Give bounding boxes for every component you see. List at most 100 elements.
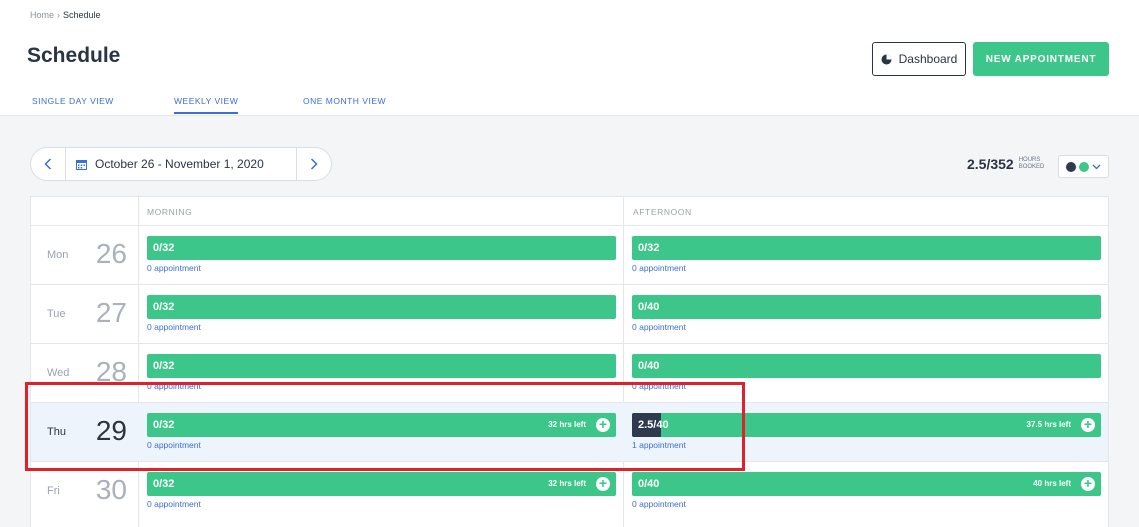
- date-range-label: October 26 - November 1, 2020: [95, 157, 264, 171]
- breadcrumb-current: Schedule: [63, 10, 101, 20]
- day-number: 30: [95, 474, 127, 505]
- morning-slot: 0/32 0 appointment: [139, 285, 623, 343]
- day-number: 28: [95, 356, 127, 387]
- capacity-ratio: 0/32: [153, 478, 175, 490]
- day-name: Mon: [47, 249, 69, 261]
- tab-weekly-view[interactable]: WEEKLY VIEW: [174, 96, 239, 114]
- calendar-icon: [76, 159, 87, 170]
- appointment-count-link[interactable]: 0 appointment: [147, 263, 201, 273]
- day-name: Thu: [47, 426, 66, 438]
- new-appointment-button[interactable]: NEW APPOINTMENT: [973, 42, 1109, 76]
- afternoon-slot: 0/40 0 appointment: [624, 285, 1108, 343]
- day-row-mon: Mon 26 0/32 0 appointment 0/32 0 appointment: [31, 225, 1108, 284]
- day-row-thu: Thu 29 0/32 32 hrs left +0 appointment 2.5/40…: [31, 402, 1108, 461]
- afternoon-slot: 0/32 0 appointment: [624, 226, 1108, 284]
- morning-slot: 0/32 0 appointment: [139, 226, 623, 284]
- appointment-count-link[interactable]: 0 appointment: [147, 322, 201, 332]
- pie-chart-icon: [881, 54, 892, 64]
- available-dot-icon: [1079, 161, 1089, 172]
- morning-capacity-bar[interactable]: 0/32 32 hrs left +: [147, 472, 616, 496]
- capacity-ratio: 0/40: [638, 478, 660, 490]
- day-number: 26: [95, 238, 127, 269]
- day-number: 29: [95, 415, 127, 446]
- appointment-count-link[interactable]: 0 appointment: [147, 499, 201, 509]
- next-week-button[interactable]: [297, 148, 331, 180]
- hours-booked-summary: 2.5/352 HOURS BOOKED: [967, 156, 1044, 172]
- page-header: Home › Schedule Schedule Dashboard NEW A…: [0, 0, 1139, 116]
- morning-capacity-bar[interactable]: 0/32: [147, 236, 616, 260]
- afternoon-capacity-bar[interactable]: 0/32: [632, 236, 1101, 260]
- day-row-tue: Tue 27 0/32 0 appointment 0/40 0 appointment: [31, 284, 1108, 343]
- morning-capacity-bar[interactable]: 0/32: [147, 295, 616, 319]
- hours-left: 32 hrs left: [548, 479, 586, 488]
- afternoon-capacity-bar[interactable]: 2.5/40 37.5 hrs left +: [632, 413, 1101, 437]
- chevron-down-icon: [1092, 164, 1101, 169]
- afternoon-capacity-bar[interactable]: 0/40: [632, 354, 1101, 378]
- afternoon-column-header: AFTERNOON: [633, 207, 692, 217]
- breadcrumb-separator: ›: [57, 10, 61, 20]
- capacity-ratio: 0/32: [153, 419, 175, 431]
- appointment-count-link[interactable]: 0 appointment: [632, 263, 686, 273]
- hours-left: 37.5 hrs left: [1026, 420, 1071, 429]
- day-row-wed: Wed 28 0/32 0 appointment 0/40 0 appointment: [31, 343, 1108, 402]
- booked-dot-icon: [1066, 161, 1076, 172]
- capacity-ratio: 0/32: [153, 242, 175, 254]
- add-appointment-plus-icon[interactable]: +: [596, 417, 610, 432]
- morning-slot: 0/32 0 appointment: [139, 344, 623, 402]
- appointment-count-link[interactable]: 0 appointment: [632, 381, 686, 391]
- day-cell: Thu 29: [31, 403, 138, 461]
- capacity-ratio: 0/32: [638, 242, 660, 254]
- day-cell: Mon 26: [31, 226, 138, 284]
- add-appointment-plus-icon[interactable]: +: [596, 476, 610, 491]
- hours-booked-value: 2.5/352: [967, 156, 1014, 172]
- hours-booked-label: HOURS BOOKED: [1018, 157, 1045, 170]
- morning-capacity-bar[interactable]: 0/32: [147, 354, 616, 378]
- chevron-left-icon: [44, 158, 52, 170]
- morning-column-header: MORNING: [147, 207, 193, 217]
- dashboard-button[interactable]: Dashboard: [872, 42, 966, 76]
- afternoon-slot: 0/40 0 appointment: [624, 344, 1108, 402]
- day-number: 27: [95, 297, 127, 328]
- morning-capacity-bar[interactable]: 0/32 32 hrs left +: [147, 413, 616, 437]
- hours-left: 40 hrs left: [1033, 479, 1071, 488]
- weekly-schedule-grid: MORNING AFTERNOON Mon 26 0/32 0 appointment…: [30, 196, 1109, 527]
- afternoon-slot: 0/40 40 hrs left +0 appointment: [624, 462, 1108, 520]
- date-navigator: October 26 - November 1, 2020: [30, 147, 332, 181]
- capacity-ratio: 0/40: [638, 360, 660, 372]
- morning-slot: 0/32 32 hrs left +0 appointment: [139, 462, 623, 520]
- capacity-ratio: 2.5/40: [638, 419, 669, 431]
- afternoon-capacity-bar[interactable]: 0/40 40 hrs left +: [632, 472, 1101, 496]
- page-title: Schedule: [27, 44, 121, 67]
- hours-left: 32 hrs left: [548, 420, 586, 429]
- day-name: Wed: [47, 367, 70, 379]
- dashboard-button-label: Dashboard: [898, 52, 958, 66]
- day-name: Tue: [47, 308, 66, 320]
- breadcrumb-home[interactable]: Home: [30, 10, 54, 20]
- morning-slot: 0/32 32 hrs left +0 appointment: [139, 403, 623, 461]
- tab-one-month-view[interactable]: ONE MONTH VIEW: [303, 96, 386, 112]
- previous-week-button[interactable]: [31, 148, 65, 180]
- add-appointment-plus-icon[interactable]: +: [1081, 476, 1095, 491]
- tab-single-day-view[interactable]: SINGLE DAY VIEW: [32, 96, 114, 112]
- appointment-count-link[interactable]: 1 appointment: [632, 440, 686, 450]
- capacity-ratio: 0/32: [153, 301, 175, 313]
- appointment-count-link[interactable]: 0 appointment: [632, 499, 686, 509]
- day-row-fri: Fri 30 0/32 32 hrs left +0 appointment 0/40 40…: [31, 461, 1108, 520]
- add-appointment-plus-icon[interactable]: +: [1081, 417, 1095, 432]
- new-appointment-button-label: NEW APPOINTMENT: [985, 53, 1097, 65]
- afternoon-capacity-bar[interactable]: 0/40: [632, 295, 1101, 319]
- chevron-right-icon: [310, 158, 318, 170]
- capacity-ratio: 0/32: [153, 360, 175, 372]
- day-cell: Wed 28: [31, 344, 138, 402]
- day-cell: Fri 30: [31, 462, 138, 520]
- date-range-picker[interactable]: October 26 - November 1, 2020: [65, 148, 297, 180]
- day-name: Fri: [47, 485, 60, 497]
- legend-dropdown[interactable]: [1058, 155, 1109, 178]
- appointment-count-link[interactable]: 0 appointment: [632, 322, 686, 332]
- afternoon-slot: 2.5/40 37.5 hrs left +1 appointment: [624, 403, 1108, 461]
- appointment-count-link[interactable]: 0 appointment: [147, 381, 201, 391]
- view-tabs: SINGLE DAY VIEW WEEKLY VIEW ONE MONTH VI…: [0, 92, 1139, 116]
- day-cell: Tue 27: [31, 285, 138, 343]
- breadcrumb: Home › Schedule: [30, 10, 101, 20]
- appointment-count-link[interactable]: 0 appointment: [147, 440, 201, 450]
